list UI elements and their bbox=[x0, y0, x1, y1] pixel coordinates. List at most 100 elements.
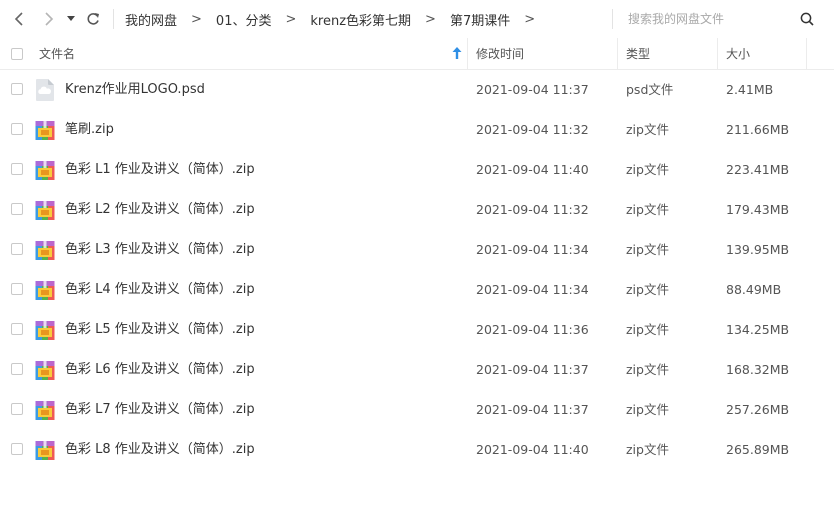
select-all-cell bbox=[11, 38, 23, 69]
file-type: zip文件 bbox=[626, 362, 669, 377]
history-dropdown-button[interactable] bbox=[64, 7, 78, 31]
file-type: zip文件 bbox=[626, 242, 669, 257]
file-modified-time: 2021-09-04 11:36 bbox=[476, 322, 589, 337]
file-name[interactable]: 色彩 L2 作业及讲义（简体）.zip bbox=[65, 190, 255, 230]
file-modified-time: 2021-09-04 11:37 bbox=[476, 82, 589, 97]
breadcrumb-separator[interactable]: > bbox=[524, 12, 535, 27]
row-checkbox[interactable] bbox=[11, 323, 23, 335]
file-row[interactable]: 色彩 L1 作业及讲义（简体）.zip 2021-09-04 11:40 zip… bbox=[0, 150, 834, 190]
refresh-button[interactable] bbox=[82, 7, 104, 31]
file-row[interactable]: 色彩 L7 作业及讲义（简体）.zip 2021-09-04 11:37 zip… bbox=[0, 390, 834, 430]
column-divider[interactable] bbox=[617, 38, 618, 69]
back-button[interactable] bbox=[8, 7, 30, 31]
file-modified-time: 2021-09-04 11:40 bbox=[476, 442, 589, 457]
file-row[interactable]: 色彩 L8 作业及讲义（简体）.zip 2021-09-04 11:40 zip… bbox=[0, 430, 834, 470]
search-button[interactable] bbox=[796, 8, 818, 30]
row-checkbox[interactable] bbox=[11, 283, 23, 295]
psd-file-icon bbox=[35, 79, 55, 101]
zip-file-icon bbox=[35, 319, 55, 341]
zip-file-icon bbox=[35, 239, 55, 261]
row-checkbox[interactable] bbox=[11, 163, 23, 175]
file-type: zip文件 bbox=[626, 162, 669, 177]
file-size: 179.43MB bbox=[726, 202, 790, 217]
zip-file-icon bbox=[35, 159, 55, 181]
file-size: 257.26MB bbox=[726, 402, 790, 417]
file-type: zip文件 bbox=[626, 442, 669, 457]
row-checkbox[interactable] bbox=[11, 123, 23, 135]
file-name[interactable]: 色彩 L5 作业及讲义（简体）.zip bbox=[65, 310, 255, 350]
file-row[interactable]: 色彩 L5 作业及讲义（简体）.zip 2021-09-04 11:36 zip… bbox=[0, 310, 834, 350]
row-checkbox[interactable] bbox=[11, 83, 23, 95]
file-size: 2.41MB bbox=[726, 82, 774, 97]
file-name[interactable]: 色彩 L7 作业及讲义（简体）.zip bbox=[65, 390, 255, 430]
file-size: 168.32MB bbox=[726, 362, 790, 377]
file-type: zip文件 bbox=[626, 282, 669, 297]
zip-file-icon bbox=[35, 279, 55, 301]
file-modified-time: 2021-09-04 11:32 bbox=[476, 202, 589, 217]
caret-down-icon bbox=[67, 16, 75, 21]
file-row[interactable]: Krenz作业用LOGO.psd 2021-09-04 11:37 psd文件 … bbox=[0, 70, 834, 110]
column-header-type[interactable]: 类型 bbox=[626, 38, 650, 69]
search-divider bbox=[612, 9, 613, 29]
file-name[interactable]: 色彩 L1 作业及讲义（简体）.zip bbox=[65, 150, 255, 190]
toolbar-divider bbox=[113, 9, 114, 29]
zip-file-icon bbox=[35, 439, 55, 461]
breadcrumb: 我的网盘 > 01、分类 > krenz色彩第七期 > 第7期课件 > bbox=[125, 0, 549, 38]
sort-ascending-icon[interactable] bbox=[452, 47, 462, 59]
breadcrumb-separator: > bbox=[425, 11, 436, 27]
chevron-left-icon bbox=[14, 12, 23, 26]
column-header-modified[interactable]: 修改时间 bbox=[476, 38, 524, 69]
file-type: zip文件 bbox=[626, 322, 669, 337]
file-row[interactable]: 色彩 L2 作业及讲义（简体）.zip 2021-09-04 11:32 zip… bbox=[0, 190, 834, 230]
column-divider[interactable] bbox=[467, 38, 468, 69]
zip-file-icon bbox=[35, 119, 55, 141]
row-checkbox[interactable] bbox=[11, 203, 23, 215]
forward-button[interactable] bbox=[38, 7, 60, 31]
file-modified-time: 2021-09-04 11:37 bbox=[476, 402, 589, 417]
file-modified-time: 2021-09-04 11:34 bbox=[476, 282, 589, 297]
zip-file-icon bbox=[35, 399, 55, 421]
row-checkbox[interactable] bbox=[11, 403, 23, 415]
column-header-name[interactable]: 文件名 bbox=[39, 38, 75, 69]
file-name[interactable]: 色彩 L3 作业及讲义（简体）.zip bbox=[65, 230, 255, 270]
file-row[interactable]: 笔刷.zip 2021-09-04 11:32 zip文件 211.66MB bbox=[0, 110, 834, 150]
breadcrumb-item-my-drive[interactable]: 我的网盘 bbox=[125, 10, 177, 29]
zip-file-icon bbox=[35, 199, 55, 221]
file-type: psd文件 bbox=[626, 82, 674, 97]
toolbar: 我的网盘 > 01、分类 > krenz色彩第七期 > 第7期课件 > bbox=[0, 0, 834, 38]
file-row[interactable]: 色彩 L6 作业及讲义（简体）.zip 2021-09-04 11:37 zip… bbox=[0, 350, 834, 390]
file-size: 88.49MB bbox=[726, 282, 782, 297]
column-header-size[interactable]: 大小 bbox=[726, 38, 750, 69]
file-size: 134.25MB bbox=[726, 322, 790, 337]
file-row[interactable]: 色彩 L3 作业及讲义（简体）.zip 2021-09-04 11:34 zip… bbox=[0, 230, 834, 270]
zip-file-icon bbox=[35, 359, 55, 381]
file-name[interactable]: 笔刷.zip bbox=[65, 110, 114, 150]
row-checkbox[interactable] bbox=[11, 363, 23, 375]
file-modified-time: 2021-09-04 11:34 bbox=[476, 242, 589, 257]
file-type: zip文件 bbox=[626, 202, 669, 217]
file-name[interactable]: Krenz作业用LOGO.psd bbox=[65, 70, 205, 110]
file-name[interactable]: 色彩 L8 作业及讲义（简体）.zip bbox=[65, 430, 255, 470]
search-icon bbox=[800, 12, 814, 26]
column-divider[interactable] bbox=[806, 38, 807, 69]
select-all-checkbox[interactable] bbox=[11, 47, 23, 60]
breadcrumb-separator: > bbox=[191, 11, 202, 27]
file-name[interactable]: 色彩 L6 作业及讲义（简体）.zip bbox=[65, 350, 255, 390]
file-row[interactable]: 色彩 L4 作业及讲义（简体）.zip 2021-09-04 11:34 zip… bbox=[0, 270, 834, 310]
column-divider[interactable] bbox=[717, 38, 718, 69]
row-checkbox[interactable] bbox=[11, 243, 23, 255]
file-modified-time: 2021-09-04 11:32 bbox=[476, 122, 589, 137]
breadcrumb-item-course[interactable]: krenz色彩第七期 bbox=[310, 10, 411, 29]
file-modified-time: 2021-09-04 11:37 bbox=[476, 362, 589, 377]
file-size: 223.41MB bbox=[726, 162, 790, 177]
file-name[interactable]: 色彩 L4 作业及讲义（简体）.zip bbox=[65, 270, 255, 310]
refresh-icon bbox=[87, 13, 99, 25]
search-input[interactable] bbox=[622, 8, 792, 30]
file-size: 211.66MB bbox=[726, 122, 790, 137]
breadcrumb-separator: > bbox=[285, 11, 297, 27]
breadcrumb-item-current[interactable]: 第7期课件 bbox=[450, 10, 510, 29]
row-checkbox[interactable] bbox=[11, 443, 23, 455]
file-list-header: 文件名 修改时间 类型 大小 bbox=[0, 38, 834, 70]
file-list: Krenz作业用LOGO.psd 2021-09-04 11:37 psd文件 … bbox=[0, 70, 834, 470]
breadcrumb-item-category[interactable]: 01、分类 bbox=[216, 10, 272, 29]
